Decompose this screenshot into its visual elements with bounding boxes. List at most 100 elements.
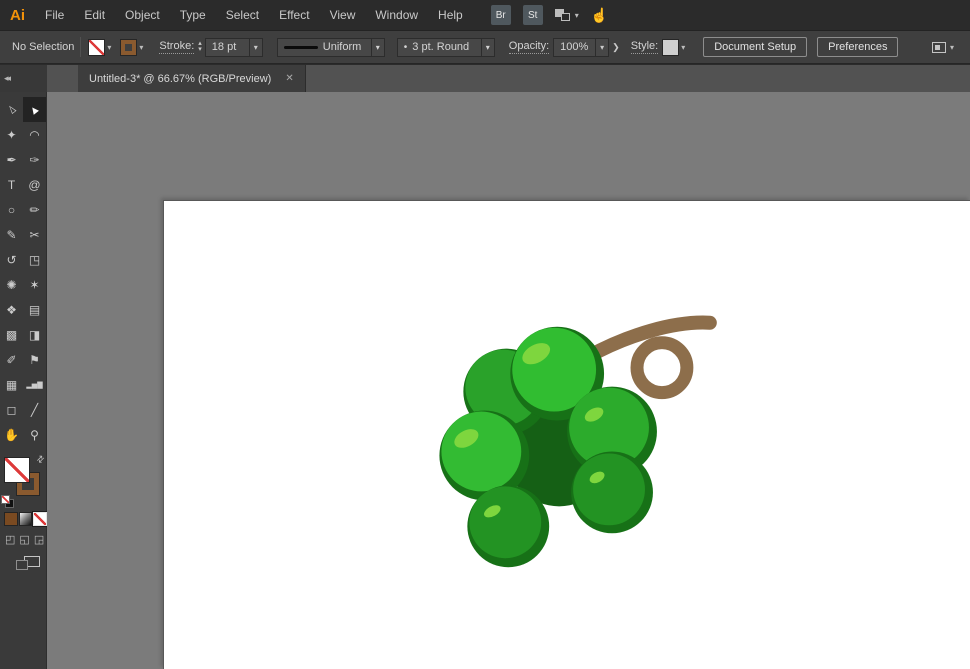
hand-tool[interactable]: ✋ [0, 422, 23, 447]
chevron-down-icon[interactable]: ▾ [370, 38, 384, 56]
gradient-tool[interactable]: ◨ [23, 322, 46, 347]
lasso-tool[interactable]: ◠ [23, 122, 46, 147]
main-area: ▻ ► ✦ ◠ ✒ ✑ T @ ○ ✏ ✎ ✂ ↺ ◳ ✺ ✶ ❖ ▤ ▩ ◨ [0, 92, 970, 669]
paintbrush-tool[interactable]: ✏ [23, 197, 46, 222]
eyedropper-tool[interactable]: ✐ [0, 347, 23, 372]
opacity-value: 100% [560, 41, 589, 53]
curvature-tool[interactable]: ✑ [23, 147, 46, 172]
menu-edit[interactable]: Edit [74, 8, 115, 22]
width-profile-dropdown[interactable]: Uniform ▾ [276, 37, 385, 57]
stroke-weight-field[interactable]: 18 pt ▾ [204, 37, 263, 57]
grape-body [441, 411, 522, 492]
perspective-grid-tool[interactable]: ▤ [23, 297, 46, 322]
slice-tool[interactable]: ◻ [0, 397, 23, 422]
artboard-icon: ▦ [5, 377, 18, 392]
brush-dropdown[interactable]: • 3 pt. Round ▾ [396, 37, 495, 57]
zoom-tool[interactable]: ⚲ [23, 422, 46, 447]
menu-type[interactable]: Type [170, 8, 216, 22]
workspace-icon [554, 9, 571, 21]
default-fill-stroke-icon[interactable] [2, 496, 14, 508]
fill-color-control[interactable]: ▾ [89, 39, 111, 55]
collapse-tools-icon[interactable]: ◂◂ [4, 73, 11, 84]
menu-view[interactable]: View [320, 8, 366, 22]
symbol-sprayer-icon: ✺ [6, 277, 17, 292]
draw-inside-button[interactable]: ◲ [34, 533, 44, 546]
opacity-menu-arrow-icon[interactable]: ❯ [612, 42, 620, 53]
grape-body [573, 453, 645, 526]
direct-selection-tool-icon: ► [26, 101, 43, 118]
type-tool[interactable]: T [0, 172, 23, 197]
bridge-badge[interactable]: Br [490, 5, 511, 25]
column-graph-tool[interactable]: ▂▅▇ [23, 372, 46, 397]
ellipse-tool[interactable]: ○ [0, 197, 23, 222]
scissors-icon: ✂ [29, 227, 40, 242]
spiral-tool[interactable]: @ [23, 172, 46, 197]
touch-workspace-icon[interactable]: ☝ [591, 7, 618, 24]
type-icon: T [7, 177, 16, 192]
none-mode-button[interactable] [34, 513, 47, 525]
opacity-label[interactable]: Opacity: [508, 40, 550, 54]
direct-selection-tool[interactable]: ► [23, 97, 46, 122]
fill-indicator[interactable] [5, 458, 29, 482]
stepper-down-icon[interactable]: ▾ [198, 46, 202, 53]
canvas[interactable] [47, 92, 970, 669]
color-mode-button[interactable] [5, 513, 17, 525]
blend-icon: ⚑ [29, 352, 40, 367]
stroke-weight-stepper[interactable]: ▴ ▾ [198, 40, 202, 53]
artboard[interactable] [163, 200, 970, 669]
selection-tool[interactable]: ▻ [0, 97, 23, 122]
curvature-icon: ✑ [29, 152, 40, 167]
stroke-color-control[interactable]: ▾ [121, 39, 143, 55]
symbol-sprayer-tool[interactable]: ✺ [0, 272, 23, 297]
chevron-down-icon[interactable]: ▾ [595, 38, 608, 56]
rotate-tool[interactable]: ↺ [0, 247, 23, 272]
menu-object[interactable]: Object [115, 8, 170, 22]
preferences-button[interactable]: Preferences [817, 37, 899, 57]
style-label[interactable]: Style: [630, 40, 659, 54]
shape-builder-tool[interactable]: ❖ [0, 297, 23, 322]
stock-badge[interactable]: St [522, 5, 543, 25]
tabbar-spacer [47, 65, 78, 92]
close-tab-icon[interactable]: ✕ [285, 73, 293, 84]
workspace-switcher[interactable]: ▾ [554, 9, 579, 21]
pencil-tool[interactable]: ✎ [0, 222, 23, 247]
document-setup-button[interactable]: Document Setup [703, 37, 808, 57]
swap-fill-stroke-icon[interactable]: ⇄ [35, 453, 48, 466]
menu-file[interactable]: File [35, 8, 74, 22]
screen-mode-button[interactable] [16, 556, 40, 570]
magic-wand-tool[interactable]: ✦ [0, 122, 23, 147]
chevron-down-icon[interactable]: ▾ [480, 38, 494, 56]
mesh-tool[interactable]: ▩ [0, 322, 23, 347]
rotate-icon: ↺ [6, 252, 17, 267]
menu-window[interactable]: Window [365, 8, 428, 22]
app-logo: Ai [10, 6, 25, 24]
free-transform-icon: ◳ [28, 252, 41, 267]
draw-behind-button[interactable]: ◱ [19, 533, 29, 546]
knife-tool[interactable]: ╱ [23, 397, 46, 422]
arrange-documents-control[interactable]: ▾ [931, 41, 960, 53]
stroke-label[interactable]: Stroke: [159, 40, 195, 54]
zoom-icon: ⚲ [30, 427, 39, 442]
blend-tool[interactable]: ⚑ [23, 347, 46, 372]
star-tool[interactable]: ✶ [23, 272, 46, 297]
menubar-right-icons: Br St ▾ ☝ [490, 5, 618, 25]
selection-status: No Selection [12, 41, 75, 53]
pen-tool[interactable]: ✒ [0, 147, 23, 172]
chevron-down-icon: ▾ [574, 10, 579, 20]
style-swatch-dropdown[interactable]: ▾ [663, 39, 685, 55]
chevron-down-icon[interactable]: ▾ [248, 38, 262, 56]
artboard-tool[interactable]: ▦ [0, 372, 23, 397]
opacity-field[interactable]: 100% ▾ [553, 37, 610, 57]
tools-panel-header: ◂◂ [0, 65, 47, 92]
mesh-icon: ▩ [5, 327, 18, 342]
draw-normal-button[interactable]: ◰ [5, 533, 15, 546]
menu-effect[interactable]: Effect [269, 8, 319, 22]
free-transform-tool[interactable]: ◳ [23, 247, 46, 272]
document-tab[interactable]: Untitled-3* @ 66.67% (RGB/Preview) ✕ [78, 65, 306, 92]
magic-wand-icon: ✦ [6, 127, 17, 142]
menu-select[interactable]: Select [216, 8, 269, 22]
menu-help[interactable]: Help [428, 8, 473, 22]
scissors-tool[interactable]: ✂ [23, 222, 46, 247]
gradient-mode-button[interactable] [19, 513, 32, 525]
arrange-documents-icon [931, 41, 946, 53]
